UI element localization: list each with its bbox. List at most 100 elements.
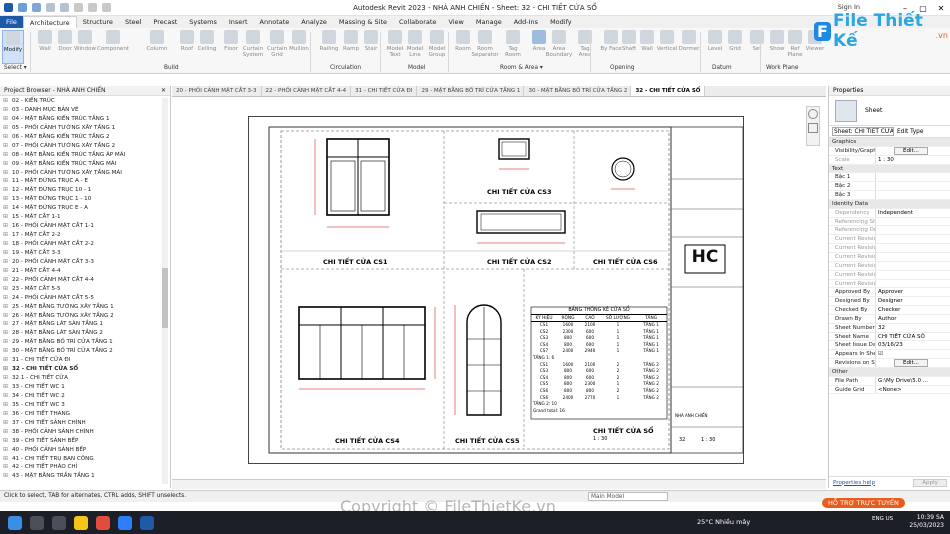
browser-sheet-item[interactable]: 07 - PHỐI CẢNH TƯỜNG XÂY TẦNG 2 [3,142,170,151]
menu-tab[interactable]: Annotate [254,16,296,28]
menu-tab[interactable]: Massing & Site [333,16,393,28]
browser-sheet-item[interactable]: 35 - CHI TIẾT WC 3 [3,401,170,410]
browser-sheet-item[interactable]: 15 - MẶT CẮT 1-1 [3,213,170,222]
ribbon-button-model-line[interactable]: Model Line [404,30,426,64]
property-row[interactable]: Checked By Checker [829,306,950,315]
sheet-drawing[interactable]: CHI TIẾT CỬA CS1 CHI TIẾT CỬA CS3 CHI TI… [248,116,744,464]
document-tab[interactable]: 30 - MẶT BẰNG BỐ TRÍ CỬA TẦNG 2 [524,86,632,96]
property-row[interactable]: Current Revisio... [829,261,950,271]
property-value[interactable] [876,191,950,199]
weather-widget[interactable]: 25°C Nhiều mây [697,518,750,526]
ribbon-button-tag-area[interactable]: Tag Area [574,30,596,64]
ribbon-button-area-boundary[interactable]: Area Boundary [546,30,572,64]
browser-sheet-item[interactable]: 02 - KIẾN TRÚC [3,97,170,106]
property-value[interactable] [876,244,950,252]
browser-sheet-item[interactable]: 05 - PHỐI CẢNH TƯỜNG XÂY TẦNG 1 [3,124,170,133]
search-icon[interactable] [30,515,44,530]
ribbon-button-wall[interactable]: Wall [34,30,56,64]
ribbon-button-component[interactable]: Component [97,30,129,64]
browser-sheet-item[interactable]: 25 - MẶT BẰNG TƯỜNG XÂY TẦNG 1 [3,303,170,312]
save-icon[interactable] [32,3,41,12]
property-value[interactable]: Independent [876,209,950,217]
browser-sheet-item[interactable]: 24 - PHỐI CẢNH MẶT CẮT 5-5 [3,294,170,303]
apply-button[interactable]: Apply [913,478,947,487]
property-value[interactable]: ☑ [876,350,950,358]
ribbon-button-ref-plane[interactable]: Ref Plane [784,30,806,64]
browser-sheet-item[interactable]: 09 - MẶT BẰNG KIẾN TRÚC TẦNG MÁI [3,160,170,169]
ribbon-button-model-group[interactable]: Model Group [426,30,448,64]
browser-sheet-item[interactable]: 22 - PHỐI CẢNH MẶT CẮT 4-4 [3,276,170,285]
task-view-icon[interactable] [52,515,66,530]
browser-sheet-item[interactable]: 20 - PHỐI CẢNH MẶT CẮT 3-3 [3,258,170,267]
property-value[interactable]: 32 [876,324,950,332]
menu-tab[interactable]: Insert [223,16,254,28]
browser-sheet-item[interactable]: 34 - CHI TIẾT WC 2 [3,392,170,401]
property-value[interactable] [876,262,950,270]
property-value[interactable] [876,280,950,288]
property-row[interactable]: Current Revision [829,279,950,289]
property-value[interactable]: Author [876,315,950,323]
ribbon-button-ceiling[interactable]: Ceiling [196,30,218,64]
explorer-icon[interactable] [74,515,88,530]
browser-sheet-item[interactable]: 13 - MẶT ĐỨNG TRỤC 1 - 10 [3,195,170,204]
property-row[interactable]: Visibility/Graphi... Edit... [829,146,950,156]
menu-tab[interactable]: Collaborate [393,16,442,28]
property-value[interactable] [876,182,950,190]
ribbon-button-floor[interactable]: Floor [220,30,242,64]
menu-tab[interactable]: Manage [470,16,508,28]
ribbon-button-roof[interactable]: Roof [176,30,198,64]
ribbon-button-set[interactable]: Set [746,30,768,64]
browser-sheet-item[interactable]: 11 - MẶT ĐỨNG TRỤC A - E [3,177,170,186]
property-row[interactable]: Revisions on Sh... Edit... [829,359,950,368]
document-tab[interactable]: 32 - CHI TIẾT CỬA SỔ [631,86,706,96]
browser-sheet-item[interactable]: 12 - MẶT ĐỨNG TRỤC 10 - 1 [3,186,170,195]
ribbon-button-railing[interactable]: Railing [318,30,340,64]
browser-sheet-item[interactable]: 08 - MẶT BẰNG KIẾN TRÚC TẦNG ÁP MÁI [3,151,170,160]
windows-start-icon[interactable] [8,515,22,530]
browser-sheet-item[interactable]: 14 - MẶT ĐỨNG TRỤC E - A [3,204,170,213]
property-row[interactable]: Current Revisio... [829,244,950,253]
browser-sheet-item[interactable]: 23 - MẶT CẮT 5-5 [3,285,170,294]
browser-sheet-item[interactable]: 04 - MẶT BẰNG KIẾN TRÚC TẦNG 1 [3,115,170,124]
text-icon[interactable] [88,3,97,12]
menu-tab[interactable]: Precast [147,16,183,28]
zalo-icon[interactable] [118,515,132,530]
ribbon-button-ramp[interactable]: Ramp [340,30,362,64]
property-row[interactable]: Drawn By Author [829,314,950,324]
property-row[interactable]: Current Revisio... [829,270,950,280]
property-row[interactable]: Guide Grid <None> [829,385,950,395]
support-badge[interactable]: HỖ TRỢ TRỰC TUYẾN [822,498,905,508]
property-value[interactable]: CHI TIẾT CỬA SỔ [876,333,950,341]
browser-sheet-item[interactable]: 10 - PHỐI CẢNH TƯỜNG XÂY TẦNG MÁI [3,169,170,178]
browser-sheet-item[interactable]: 29 - MẶT BẰNG BỐ TRÍ CỬA TẦNG 1 [3,338,170,347]
ribbon-button-dormer[interactable]: Dormer [678,30,700,64]
property-value[interactable]: Edit... [876,359,950,367]
menu-tab[interactable]: Systems [183,16,223,28]
close-icon[interactable]: ✕ [161,86,166,96]
browser-sheet-item[interactable]: 32 - CHI TIẾT CỬA SỔ [3,365,170,374]
browser-sheet-item[interactable]: 16 - PHỐI CẢNH MẶT CẮT 1-1 [3,222,170,231]
chrome-icon[interactable] [96,515,110,530]
browser-sheet-item[interactable]: 27 - MẶT BẰNG LÁT SÀN TẦNG 1 [3,320,170,329]
edit-button[interactable]: Edit... [894,146,928,155]
measure-icon[interactable] [74,3,83,12]
ribbon-button-curtain-grid[interactable]: Curtain Grid [266,30,288,64]
undo-icon[interactable] [46,3,55,12]
ribbon-button-door[interactable]: Door [54,30,76,64]
menu-tab[interactable]: Modify [544,16,578,28]
view-control-bar[interactable] [172,479,826,489]
instance-selector[interactable]: Sheet: CHI TIẾT CỬA SỔ [832,127,894,136]
edit-button[interactable]: Edit... [894,359,928,367]
property-row[interactable]: Approved By Approver [829,288,950,298]
property-value[interactable] [876,173,950,181]
ribbon-group-label[interactable]: Room & Area ▾ [500,65,543,71]
browser-sheet-item[interactable]: 06 - MẶT BẰNG KIẾN TRÚC TẦNG 2 [3,133,170,142]
ribbon-button-curtain-system[interactable]: Curtain System [242,30,264,64]
scrollbar-thumb[interactable] [162,268,168,328]
zoom-icon[interactable] [808,123,818,133]
property-row[interactable]: Bậc 3 [829,191,950,200]
ribbon-button-stair[interactable]: Stair [360,30,382,64]
document-tab[interactable]: 20 - PHỐI CẢNH MẶT CẮT 3-3 [172,86,262,96]
property-value[interactable] [876,271,950,279]
property-row[interactable]: Sheet Issue Date03/16/23 [829,341,950,351]
